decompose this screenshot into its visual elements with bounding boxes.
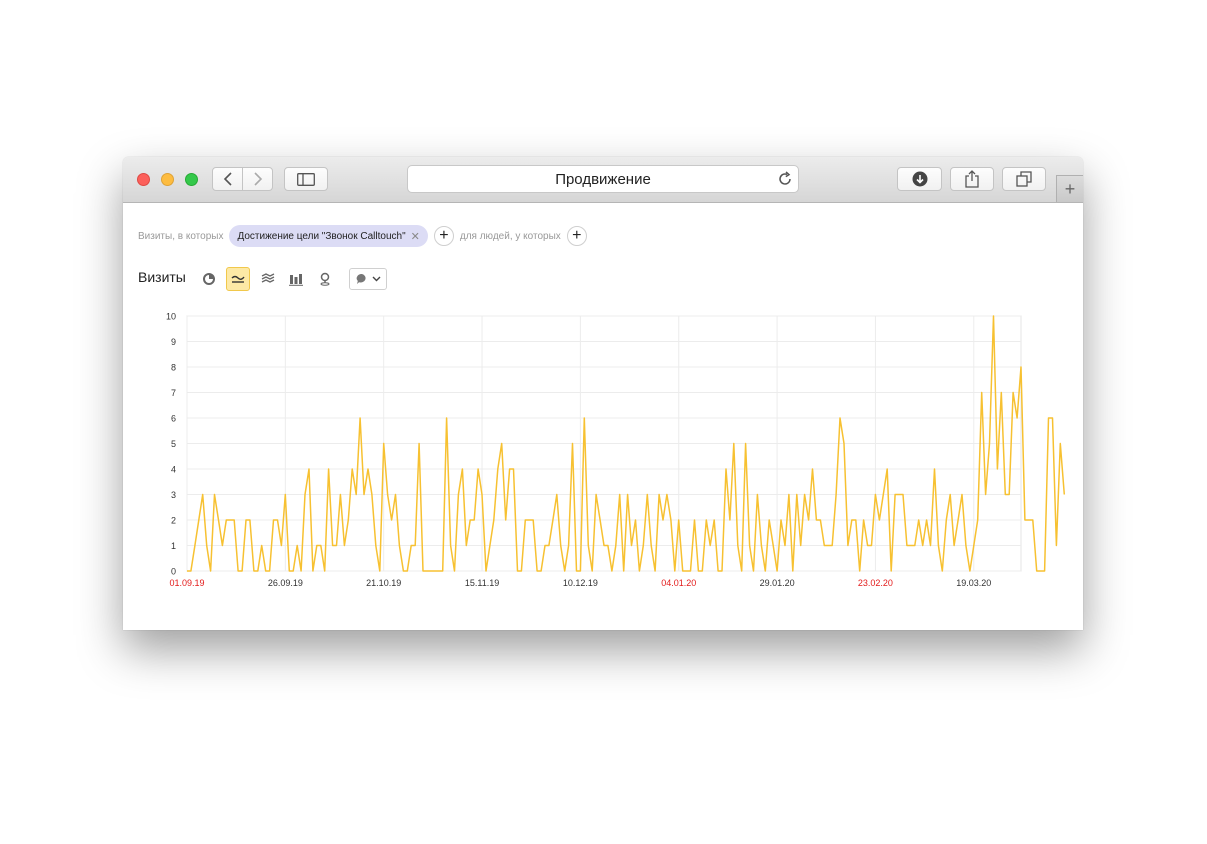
plus-icon: + <box>572 227 582 244</box>
pie-chart-button[interactable] <box>197 267 221 291</box>
y-tick-label: 1 <box>171 541 176 551</box>
annotations-dropdown[interactable] <box>349 268 387 290</box>
x-tick-label: 26.09.19 <box>268 578 303 588</box>
y-tick-label: 8 <box>171 363 176 373</box>
y-tick-label: 3 <box>171 490 176 500</box>
chart-title: Визиты <box>138 269 186 285</box>
x-tick-label: 23.02.20 <box>858 578 893 588</box>
tabs-icon <box>1016 171 1032 187</box>
segment-row: Визиты, в которых Достижение цели "Звоно… <box>138 225 593 247</box>
goal-filter-label: Достижение цели "Звонок Calltouch" <box>237 230 406 242</box>
y-tick-label: 10 <box>166 312 176 322</box>
x-tick-label: 29.01.20 <box>760 578 795 588</box>
map-pin-icon <box>320 272 330 286</box>
maximize-window-button[interactable] <box>185 173 198 186</box>
address-bar[interactable]: Продвижение <box>407 165 799 193</box>
add-people-condition-button[interactable]: + <box>566 226 587 246</box>
bar-chart-icon <box>289 273 303 286</box>
reload-button[interactable] <box>777 171 793 191</box>
back-icon <box>223 172 232 186</box>
plus-icon: + <box>1064 178 1076 199</box>
y-tick-label: 2 <box>171 516 176 526</box>
x-tick-label: 15.11.19 <box>465 578 499 588</box>
y-tick-label: 4 <box>171 465 176 475</box>
map-button[interactable] <box>313 267 337 291</box>
visits-line-chart: 0 1 2 3 4 5 6 7 8 9 10 01.09.19 26.09.19 21.10.19 15.1… <box>166 312 1066 588</box>
download-icon <box>912 171 927 187</box>
goal-filter-chip[interactable]: Достижение цели "Звонок Calltouch" ✕ <box>229 225 428 247</box>
y-tick-label: 6 <box>171 414 176 424</box>
people-prefix-label: для людей, у которых <box>459 230 561 242</box>
line-chart-icon <box>231 275 245 283</box>
add-visit-condition-button[interactable]: + <box>433 226 454 246</box>
x-tick-label: 21.10.19 <box>366 578 401 588</box>
page-content: Визиты, в которых Достижение цели "Звоно… <box>123 203 1083 630</box>
pie-chart-icon <box>203 273 215 285</box>
plus-icon: + <box>439 227 449 244</box>
share-button[interactable] <box>950 167 994 191</box>
downloads-button[interactable] <box>897 167 942 191</box>
forward-icon <box>253 172 262 186</box>
y-tick-label: 0 <box>171 567 176 577</box>
y-tick-label: 5 <box>171 439 176 449</box>
area-chart-button[interactable] <box>256 267 280 291</box>
x-tick-label: 19.03.20 <box>956 578 991 588</box>
minimize-window-button[interactable] <box>161 173 174 186</box>
page-title: Продвижение <box>555 170 651 188</box>
reload-icon <box>779 171 791 185</box>
visits-prefix-label: Визиты, в которых <box>138 230 224 242</box>
close-icon[interactable]: ✕ <box>411 230 420 243</box>
new-tab-button[interactable]: + <box>1056 175 1083 202</box>
x-tick-label: 04.01.20 <box>661 578 696 588</box>
sidebar-button[interactable] <box>284 167 328 191</box>
share-icon <box>965 170 979 188</box>
titlebar: Продвижение + <box>123 157 1083 203</box>
x-tick-label: 01.09.19 <box>169 578 204 588</box>
x-tick-label: 10.12.19 <box>563 578 598 588</box>
back-button[interactable] <box>212 167 243 191</box>
forward-button[interactable] <box>242 167 273 191</box>
chevron-down-icon <box>372 276 380 282</box>
area-stack-icon <box>261 273 275 283</box>
bar-chart-button[interactable] <box>284 267 308 291</box>
y-tick-label: 7 <box>171 388 176 398</box>
comment-icon <box>356 273 366 284</box>
y-tick-label: 9 <box>171 337 176 347</box>
browser-window: Продвижение + Визиты, в которых Достижен… <box>123 157 1083 630</box>
tabs-overview-button[interactable] <box>1002 167 1046 191</box>
sidebar-icon <box>297 172 315 186</box>
line-chart-button[interactable] <box>226 267 250 291</box>
close-window-button[interactable] <box>137 173 150 186</box>
